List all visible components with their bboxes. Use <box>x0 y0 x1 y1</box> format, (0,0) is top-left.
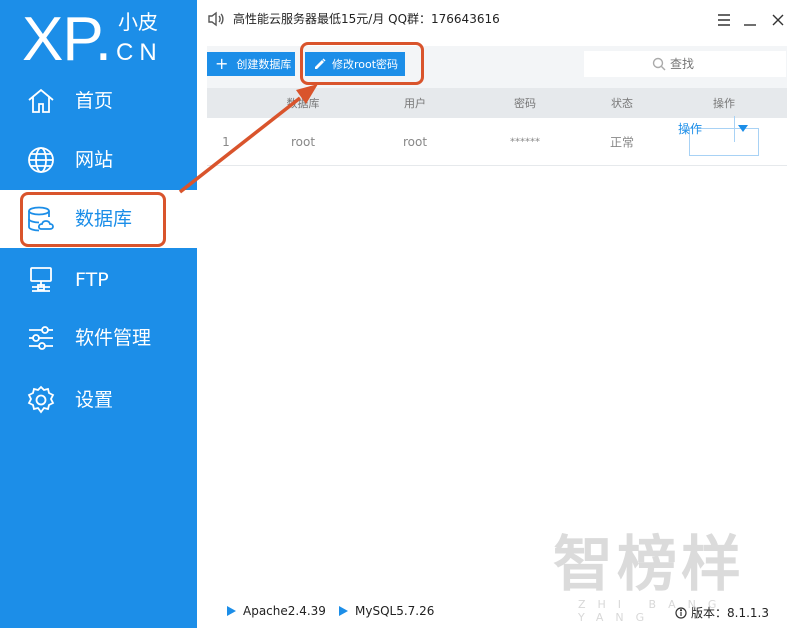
dropdown-arrow-icon[interactable] <box>734 116 750 142</box>
sidebar-item-home[interactable]: 首页 <box>0 72 197 130</box>
table-row: 1 root root ****** 正常 操作 <box>207 116 787 166</box>
menu-icon[interactable] <box>717 12 731 26</box>
create-database-label: 创建数据库 <box>236 58 292 71</box>
sidebar-item-website[interactable]: 网站 <box>0 131 197 189</box>
sidebar: XP. 小皮 CN 首页 网站 数据库 FTP 软件管理 设置 <box>0 0 197 628</box>
sidebar-item-label: 首页 <box>75 90 114 112</box>
announcement-text[interactable]: 高性能云服务器最低15元/月 QQ群：176643616 <box>233 11 500 27</box>
speaker-icon <box>207 10 225 28</box>
table-empty-area <box>207 166 787 582</box>
annotation-highlight-root-password <box>300 42 424 85</box>
gear-icon <box>26 385 56 415</box>
cell-database: root <box>290 134 316 149</box>
mysql-service[interactable]: MySQL5.7.26 <box>339 604 434 618</box>
create-database-button[interactable]: + 创建数据库 <box>207 52 295 76</box>
server-icon <box>26 265 56 295</box>
cell-user: root <box>402 134 428 149</box>
logo-small-text: 小皮 <box>118 10 158 34</box>
column-header-password: 密码 <box>514 97 536 110</box>
sidebar-item-software[interactable]: 软件管理 <box>0 309 197 367</box>
apache-service[interactable]: Apache2.4.39 <box>227 604 326 618</box>
search-box[interactable] <box>584 51 786 77</box>
sidebar-item-label: 网站 <box>75 149 114 171</box>
database-panel: + 创建数据库 修改root密码 数据库 用户 密码 状态 操作 1 root … <box>207 46 787 582</box>
sidebar-item-label: 软件管理 <box>75 327 152 349</box>
column-header-status: 状态 <box>611 97 633 110</box>
table-header: 数据库 用户 密码 状态 操作 <box>207 88 787 118</box>
cell-password: ****** <box>510 136 540 147</box>
top-bar: 高性能云服务器最低15元/月 QQ群：176643616 <box>197 0 796 38</box>
play-icon <box>339 606 348 616</box>
play-icon <box>227 606 236 616</box>
cell-status: 正常 <box>609 135 635 149</box>
logo-domain-text: CN <box>116 39 163 66</box>
column-header-user: 用户 <box>404 97 426 110</box>
column-header-database: 数据库 <box>286 97 320 110</box>
app-logo: XP. 小皮 CN <box>22 4 192 76</box>
plus-icon: + <box>215 54 229 73</box>
column-header-action: 操作 <box>713 97 735 110</box>
sidebar-item-label: FTP <box>75 269 109 291</box>
apache-label: Apache2.4.39 <box>243 604 326 618</box>
sliders-icon <box>26 323 56 353</box>
globe-icon <box>26 145 56 175</box>
logo-text: XP. <box>22 5 112 74</box>
close-icon[interactable] <box>771 12 785 26</box>
row-action-button[interactable]: 操作 <box>678 116 759 156</box>
minimize-icon[interactable] <box>743 12 757 26</box>
sidebar-item-ftp[interactable]: FTP <box>0 251 197 309</box>
row-index: 1 <box>222 134 230 149</box>
search-icon <box>652 57 666 71</box>
search-input[interactable] <box>670 54 770 74</box>
sidebar-item-settings[interactable]: 设置 <box>0 371 197 429</box>
sidebar-item-label: 设置 <box>75 389 114 411</box>
annotation-highlight-database <box>20 192 166 247</box>
watermark-text: 智榜样 <box>553 530 745 600</box>
row-action-label[interactable]: 操作 <box>664 116 716 142</box>
watermark-subtext: ZHI BANG YANG <box>578 598 729 624</box>
home-icon <box>26 86 56 116</box>
mysql-label: MySQL5.7.26 <box>355 604 435 618</box>
